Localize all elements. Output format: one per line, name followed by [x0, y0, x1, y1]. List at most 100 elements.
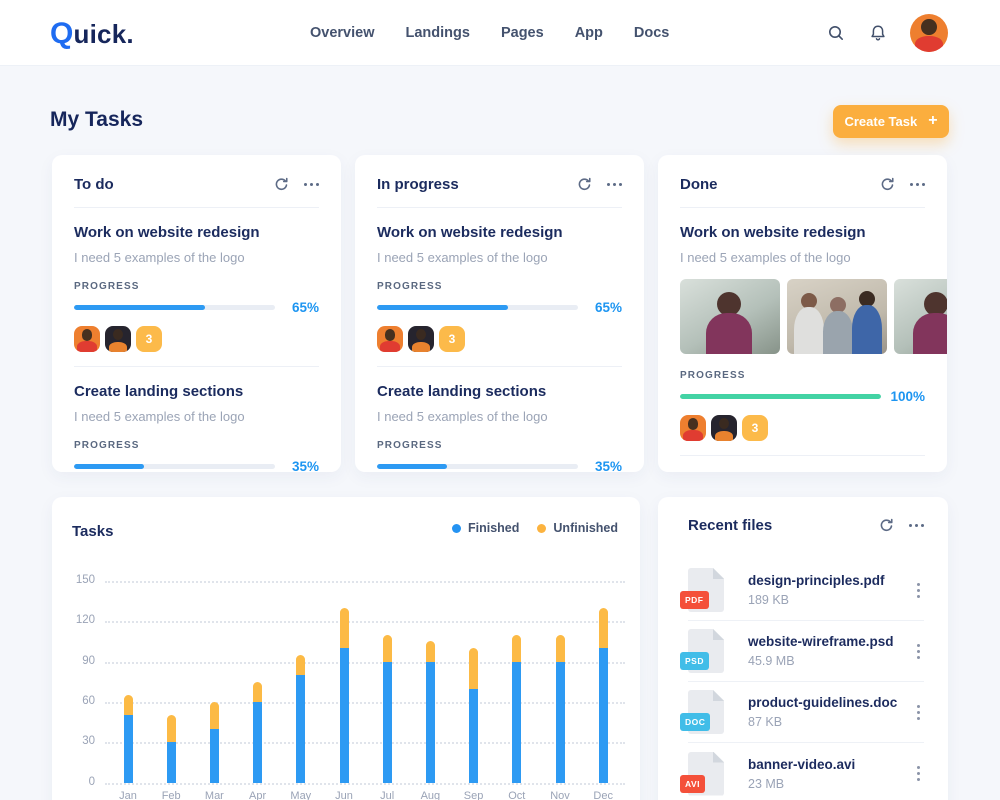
task-description: I need 5 examples of the logo: [680, 250, 851, 265]
column-title: Done: [680, 176, 718, 193]
files-list: PDF design-principles.pdf 189 KB PSD website…: [680, 560, 924, 800]
progress-track: [74, 464, 275, 469]
file-menu-icon[interactable]: [913, 640, 924, 663]
progress-percent: 65%: [291, 300, 319, 315]
file-size: 87 KB: [748, 715, 783, 729]
chart-bar-jul: [382, 634, 392, 783]
gridline: [105, 782, 625, 785]
attachment-photo[interactable]: [680, 279, 780, 354]
progress-label: PROGRESS: [377, 281, 443, 292]
chart-bar-nov: [555, 634, 565, 783]
chart-bar-apr: [253, 681, 263, 783]
file-size: 45.9 MB: [748, 654, 795, 668]
y-axis-tick: 30: [82, 735, 95, 748]
progress-track: [680, 394, 881, 399]
create-task-label: Create Task: [844, 114, 918, 129]
top-navigation-bar: Quick. Overview Landings Pages App Docs: [0, 0, 1000, 66]
sync-icon[interactable]: [274, 177, 289, 192]
file-type-badge: PSD: [680, 652, 709, 670]
x-axis-tick: Feb: [161, 789, 181, 800]
more-assignees-badge[interactable]: 3: [742, 415, 768, 441]
x-axis-tick: Jan: [119, 789, 137, 800]
sync-icon[interactable]: [577, 177, 592, 192]
divider: [74, 366, 319, 367]
attachment-photo[interactable]: [894, 279, 947, 354]
progress-bar: [74, 305, 205, 310]
nav-item-app[interactable]: App: [575, 25, 603, 41]
file-type-icon: PSD: [680, 629, 724, 673]
progress-bar: [680, 394, 881, 399]
main-nav: Overview Landings Pages App Docs: [310, 0, 669, 66]
file-type-badge: AVI: [680, 774, 706, 793]
progress-bar: [377, 464, 448, 469]
assignee-avatar: [711, 415, 737, 441]
chart-bar-feb: [166, 715, 176, 783]
recent-files-card: Recent files PDF design-principles.pdf 189…: [658, 497, 948, 800]
file-row[interactable]: PDF design-principles.pdf 189 KB: [680, 560, 924, 621]
file-type-badge: DOC: [680, 713, 711, 731]
assignee-avatar: [377, 326, 403, 352]
more-options-icon[interactable]: [304, 179, 319, 190]
create-task-button[interactable]: Create Task +: [833, 105, 949, 138]
task-card[interactable]: Create landing sections I need 5 example…: [377, 383, 622, 472]
nav-item-pages[interactable]: Pages: [501, 25, 544, 41]
more-assignees-badge[interactable]: 3: [136, 326, 162, 352]
gridline: [105, 742, 625, 745]
y-axis-tick: 120: [75, 614, 95, 627]
progress-label: PROGRESS: [74, 440, 140, 451]
progress-label: PROGRESS: [680, 370, 746, 381]
file-row[interactable]: DOC product-guidelines.doc 87 KB: [680, 682, 924, 743]
progress-label: PROGRESS: [377, 440, 443, 451]
column-done: Done Work on website redesign I need 5 e…: [658, 155, 947, 472]
task-card[interactable]: Create landing sections I need 5 example…: [74, 383, 319, 472]
sync-icon[interactable]: [880, 177, 895, 192]
recent-files-title: Recent files: [688, 517, 773, 534]
chart-plot-area: 150 120 90 60 30 0 Jan Feb Mar Apr May Jun Jul Aug Sep…: [52, 497, 640, 800]
y-axis-tick: 150: [75, 574, 95, 586]
x-axis-tick: Sep: [463, 789, 484, 800]
nav-item-overview[interactable]: Overview: [310, 25, 375, 41]
more-options-icon[interactable]: [910, 179, 925, 190]
progress-track: [74, 305, 275, 310]
divider: [377, 366, 622, 367]
sync-icon[interactable]: [879, 518, 894, 533]
file-menu-icon[interactable]: [913, 701, 924, 724]
y-axis-tick: 90: [82, 654, 95, 667]
notifications-bell-icon[interactable]: [868, 23, 888, 43]
task-attachment-photos: [680, 279, 947, 354]
x-axis-tick: Jun: [335, 789, 353, 800]
more-options-icon[interactable]: [607, 179, 622, 190]
search-icon[interactable]: [826, 23, 846, 43]
progress-percent: 100%: [890, 389, 925, 404]
file-row[interactable]: AVI banner-video.avi 23 MB: [680, 743, 924, 800]
more-options-icon[interactable]: [909, 520, 924, 531]
chart-bar-jan: [123, 695, 133, 783]
task-card[interactable]: Work on website redesign I need 5 exampl…: [74, 224, 319, 352]
x-axis-tick: Nov: [550, 789, 570, 800]
y-axis-tick: 0: [88, 775, 95, 788]
gridline: [105, 581, 625, 583]
task-card[interactable]: Work on website redesign I need 5 exampl…: [680, 224, 947, 441]
file-name: website-wireframe.psd: [748, 634, 894, 649]
nav-item-docs[interactable]: Docs: [634, 25, 669, 41]
file-menu-icon[interactable]: [913, 762, 924, 785]
progress-track: [377, 464, 578, 469]
attachment-photo[interactable]: [787, 279, 887, 354]
plus-icon: +: [928, 112, 938, 129]
app-logo[interactable]: Quick.: [50, 17, 134, 51]
file-row[interactable]: PSD website-wireframe.psd 45.9 MB: [680, 621, 924, 682]
column-todo: To do Work on website redesign I need 5 …: [52, 155, 341, 472]
task-description: I need 5 examples of the logo: [377, 250, 548, 265]
progress-bar: [74, 464, 145, 469]
page-title: My Tasks: [50, 108, 143, 131]
gridline: [105, 621, 625, 624]
more-assignees-badge[interactable]: 3: [439, 326, 465, 352]
file-menu-icon[interactable]: [913, 579, 924, 602]
nav-item-landings[interactable]: Landings: [406, 25, 470, 41]
chart-bar-dec: [598, 607, 608, 783]
user-avatar[interactable]: [910, 14, 948, 52]
task-card[interactable]: Work on website redesign I need 5 exampl…: [377, 224, 622, 352]
chart-bar-jun: [339, 607, 349, 783]
progress-track: [377, 305, 578, 310]
progress-bar: [377, 305, 508, 310]
